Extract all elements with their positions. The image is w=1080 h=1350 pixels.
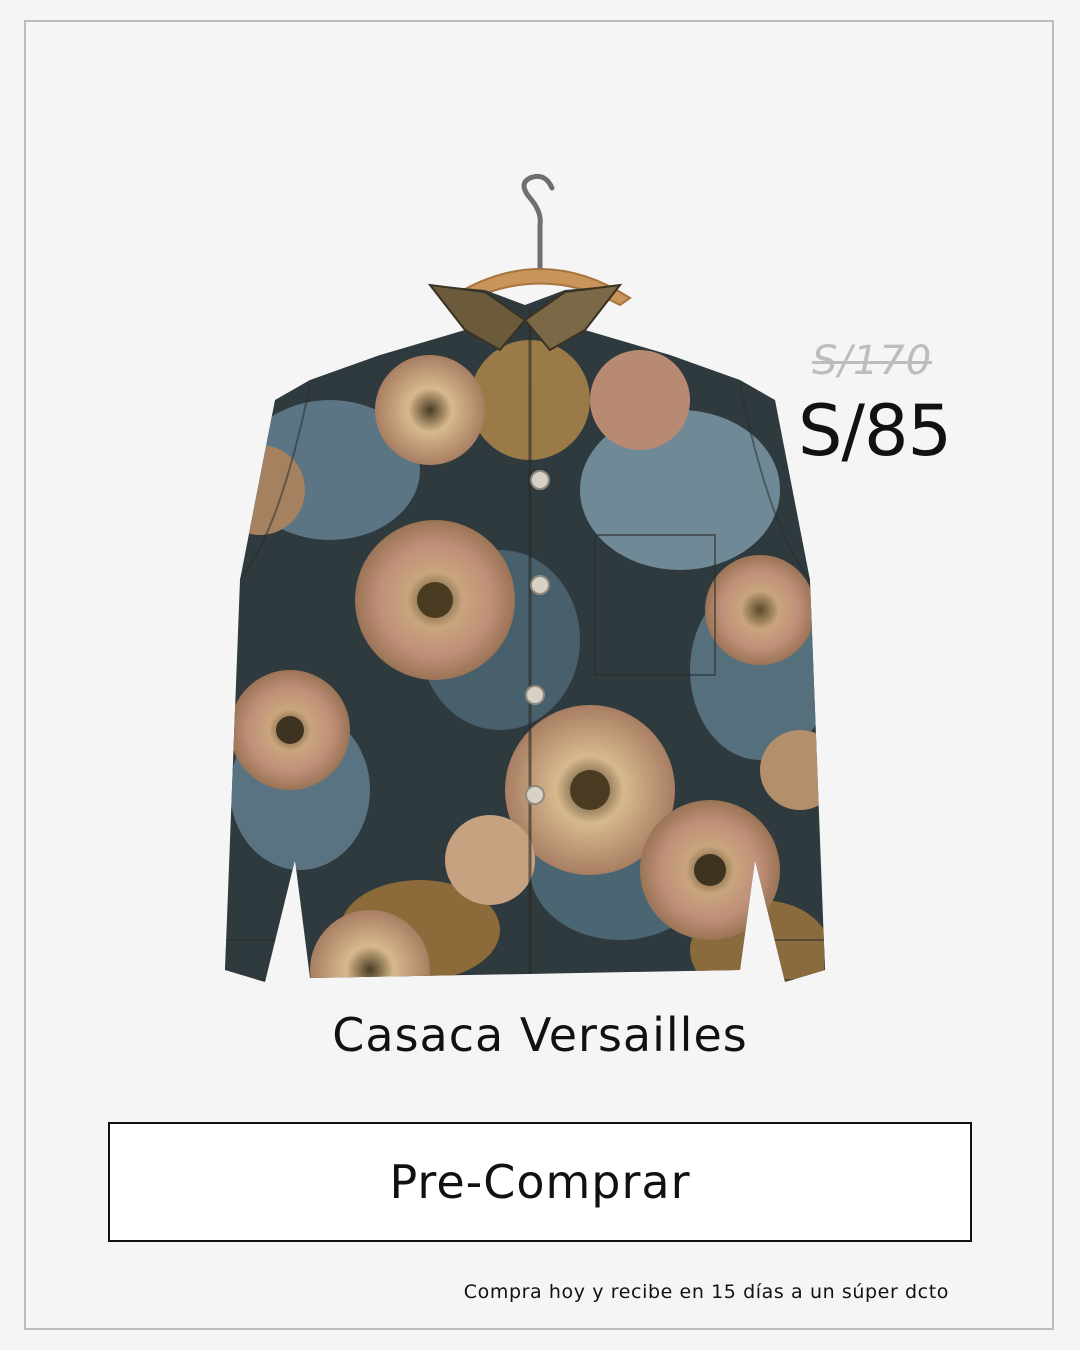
product-image — [225, 173, 825, 982]
product-title: Casaca Versailles — [332, 1008, 748, 1062]
pre-order-button[interactable]: Pre-Comprar — [108, 1122, 972, 1242]
delivery-note: Compra hoy y recibe en 15 días a un súpe… — [463, 1281, 949, 1303]
original-price: S/170 — [812, 338, 933, 384]
current-price: S/85 — [798, 390, 952, 472]
jacket-illustration — [225, 285, 825, 982]
hanger-icon — [448, 173, 632, 307]
